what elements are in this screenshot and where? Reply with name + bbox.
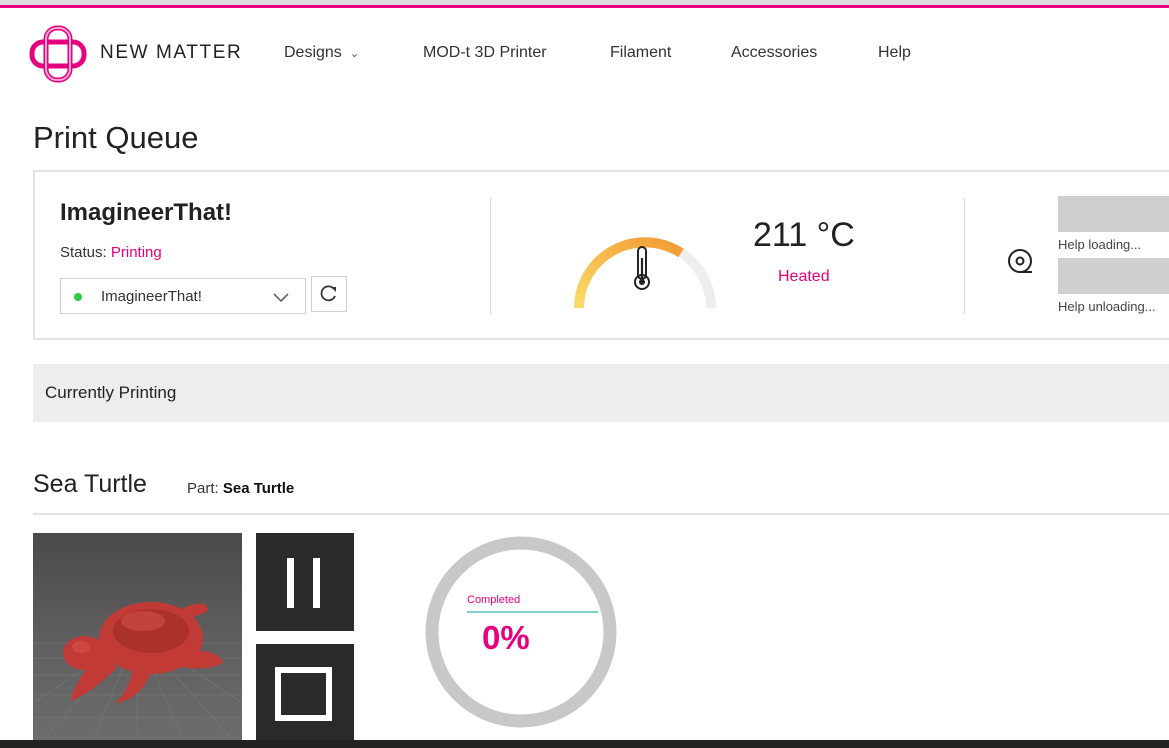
card-divider [490, 198, 491, 314]
job-title: Sea Turtle [33, 470, 147, 498]
printer-status: Status: Printing [60, 244, 162, 261]
temperature-value: 211 °C [753, 216, 855, 254]
nav-designs[interactable]: Designs ⌄ [284, 44, 359, 62]
help-unloading-video[interactable] [1058, 258, 1169, 294]
part-name: Sea Turtle [222, 480, 295, 497]
nav-filament[interactable]: Filament [610, 44, 671, 62]
help-loading-link[interactable]: Help loading... [1058, 237, 1141, 252]
currently-printing-bar: Currently Printing [33, 364, 1169, 422]
part-label: Part: [187, 480, 219, 497]
model-thumbnail[interactable] [33, 533, 242, 740]
completed-label: Completed [467, 594, 521, 606]
pause-icon [287, 558, 320, 608]
job-divider [33, 513, 1169, 515]
refresh-button[interactable] [311, 276, 347, 312]
job-part: Part: Sea Turtle [187, 480, 294, 497]
chevron-down-icon: ⌄ [349, 48, 360, 60]
temperature-state: Heated [778, 268, 830, 285]
refresh-icon [320, 285, 336, 302]
pause-button[interactable] [256, 533, 354, 631]
stop-icon [275, 667, 332, 721]
help-loading-video[interactable] [1058, 196, 1169, 232]
brand-name[interactable]: NEW MATTER [100, 42, 242, 64]
printer-select-value: ImagineerThat! [101, 288, 202, 305]
status-value: Printing [110, 244, 162, 261]
section-title: Currently Printing [45, 383, 177, 402]
completed-value: 0% [482, 619, 530, 656]
online-indicator [74, 293, 82, 301]
thermometer-icon [634, 246, 650, 290]
nav-accessories[interactable]: Accessories [731, 44, 817, 62]
help-unloading-link[interactable]: Help unloading... [1058, 299, 1156, 314]
page-title: Print Queue [33, 120, 199, 155]
stop-button[interactable] [256, 644, 354, 740]
new-matter-logo[interactable] [28, 24, 88, 84]
completed-divider [467, 611, 598, 613]
printer-name: ImagineerThat! [60, 199, 233, 226]
nav-designs-label: Designs [284, 44, 342, 61]
browser-bottom-edge [0, 740, 1169, 748]
printer-status-card: ImagineerThat! Status: Printing Imaginee… [33, 170, 1169, 340]
status-label: Status: [60, 244, 107, 261]
browser-top-edge [0, 0, 1169, 8]
printer-select[interactable]: ImagineerThat! [60, 278, 306, 314]
card-divider [964, 198, 965, 314]
nav-help[interactable]: Help [878, 44, 911, 62]
nav-mod-t-printer[interactable]: MOD-t 3D Printer [423, 44, 547, 62]
spool-icon [1008, 249, 1032, 273]
chevron-down-icon [273, 293, 289, 303]
